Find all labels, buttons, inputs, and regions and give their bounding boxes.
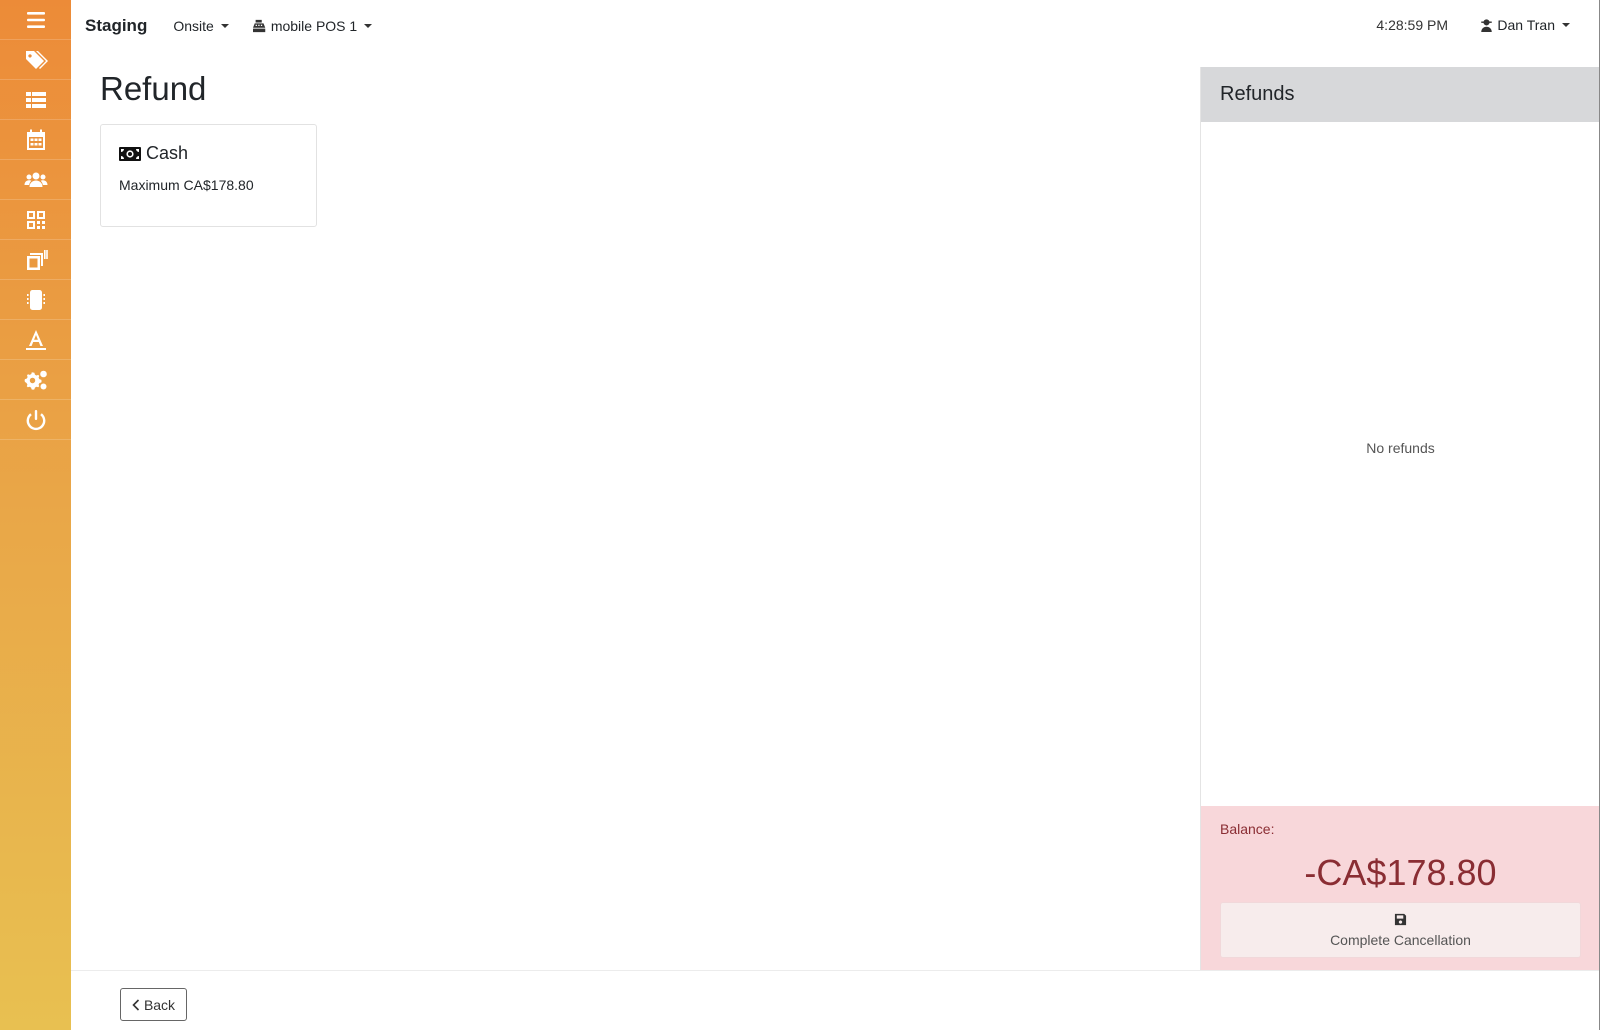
user-name: Dan Tran [1497,17,1555,33]
sidebar-item-menu[interactable] [0,0,71,40]
page-title: Refund [100,70,207,107]
chevron-down-icon [220,24,229,28]
clock-display: 4:28:59 PM [1376,17,1448,33]
device-icon [26,289,45,310]
chevron-down-icon [1562,23,1570,27]
sidebar-item-calendar[interactable] [0,120,71,160]
sidebar [0,0,71,1030]
chevron-left-icon [132,998,140,1011]
users-icon [24,172,47,187]
sidebar-item-device[interactable] [0,280,71,320]
sidebar-item-users[interactable] [0,160,71,200]
print-icon [26,249,48,270]
money-bill-icon [119,146,141,161]
brand-label: Staging [85,16,148,35]
balance-amount: -CA$178.80 [1304,852,1497,893]
power-icon [26,409,45,430]
location-label: Onsite [173,18,214,34]
sidebar-item-tags[interactable] [0,40,71,80]
balance-label: Balance: [1220,821,1275,837]
calendar-icon [26,129,45,150]
location-dropdown[interactable]: Onsite [173,18,229,34]
register-dropdown[interactable]: mobile POS 1 [252,18,373,34]
complete-cancellation-label: Complete Cancellation [1330,931,1471,948]
refund-method-cash[interactable]: Cash Maximum CA$178.80 [100,124,317,227]
list-icon [25,91,46,108]
refunds-panel-title: Refunds [1201,67,1600,122]
method-name: Cash [146,143,189,163]
register-label: mobile POS 1 [270,18,358,34]
user-secret-icon [1481,19,1493,32]
sidebar-item-power[interactable] [0,400,71,440]
balance-box: Balance: -CA$178.80 Complete Cancellatio… [1201,806,1600,970]
sidebar-item-signature[interactable] [0,320,71,360]
footer-bar [71,970,1600,1030]
method-maximum: Maximum CA$178.80 [119,177,254,193]
cash-register-icon [252,19,266,33]
back-label: Back [143,996,176,1013]
tags-icon [25,50,48,69]
chevron-down-icon [364,24,373,28]
sidebar-item-qrcode[interactable] [0,200,71,240]
sidebar-item-list[interactable] [0,80,71,120]
empty-refunds-text: No refunds [1366,440,1435,456]
back-button[interactable]: Back [120,988,187,1021]
save-icon [1394,913,1407,925]
complete-cancellation-button[interactable]: Complete Cancellation [1220,902,1581,958]
sidebar-item-print[interactable] [0,240,71,280]
top-bar: Staging Onsite mobile POS 1 4:28:59 PM D… [71,0,1600,52]
sidebar-item-settings[interactable] [0,360,71,400]
settings-icon [24,370,47,390]
refunds-panel: Refunds No refunds Balance: -CA$178.80 C… [1200,67,1600,970]
method-title: Cash [119,143,298,164]
signature-icon [25,329,46,350]
user-menu[interactable]: Dan Tran [1480,17,1570,33]
menu-icon [26,11,45,28]
qrcode-icon [26,210,45,229]
